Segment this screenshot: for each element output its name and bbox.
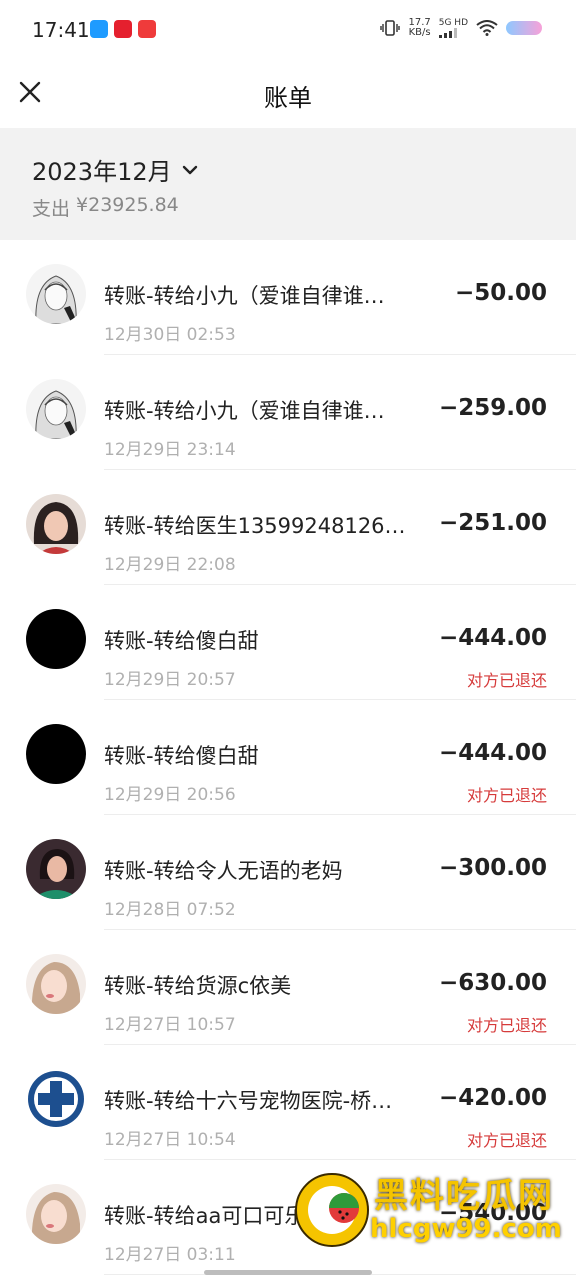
- month-label: 2023年12月: [32, 158, 172, 186]
- transaction-description: 转账-转给傻白甜: [104, 629, 259, 653]
- transaction-row[interactable]: 转账-转给傻白甜 12月29日 20:56 −444.00 对方已退还: [0, 700, 576, 815]
- watermark-title: 黑料吃瓜网: [374, 1176, 554, 1216]
- notification-app-icon: [90, 20, 108, 38]
- avatar: [26, 494, 86, 554]
- transaction-description: 转账-转给傻白甜: [104, 744, 259, 768]
- month-summary: 2023年12月 支出 ¥23925.84: [0, 128, 576, 240]
- refund-status: 对方已退还: [466, 671, 547, 690]
- expense-total: 支出 ¥23925.84: [32, 194, 179, 221]
- avatar: [26, 264, 86, 324]
- cell-signal: 5G HD: [438, 18, 468, 38]
- refund-status: 对方已退还: [466, 1016, 547, 1035]
- avatar: [26, 1069, 86, 1129]
- avatar: [26, 1184, 86, 1244]
- watermark-url: hlcgw99.com: [370, 1214, 562, 1244]
- transaction-description: 转账-转给十六号宠物医院-桥…: [104, 1089, 393, 1113]
- title-bar: 账单: [0, 60, 576, 128]
- transaction-amount: −444.00: [438, 625, 547, 651]
- transaction-time: 12月27日 10:57: [104, 1015, 236, 1035]
- transaction-row[interactable]: 转账-转给令人无语的老妈 12月28日 07:52 −300.00: [0, 815, 576, 930]
- watermark-logo-icon: [295, 1173, 369, 1247]
- refund-status: 对方已退还: [466, 786, 547, 805]
- month-selector[interactable]: 2023年12月: [32, 152, 198, 187]
- avatar: [26, 724, 86, 784]
- transaction-time: 12月27日 10:54: [104, 1130, 236, 1150]
- status-bar: 17:41 17.7 KB/s 5G HD: [0, 0, 576, 60]
- signal-icon: [438, 27, 457, 38]
- transaction-row[interactable]: 转账-转给傻白甜 12月29日 20:57 −444.00 对方已退还: [0, 585, 576, 700]
- transaction-amount: −630.00: [438, 970, 547, 996]
- network-speed: 17.7 KB/s: [408, 17, 431, 38]
- transaction-row[interactable]: 转账-转给十六号宠物医院-桥… 12月27日 10:54 −420.00 对方已退还: [0, 1045, 576, 1160]
- transaction-time: 12月29日 22:08: [104, 555, 236, 575]
- avatar: [26, 954, 86, 1014]
- transaction-time: 12月28日 07:52: [104, 900, 236, 920]
- transaction-row[interactable]: 转账-转给货源c依美 12月27日 10:57 −630.00 对方已退还: [0, 930, 576, 1045]
- transaction-amount: −444.00: [438, 740, 547, 766]
- notification-app-icon: [114, 20, 132, 38]
- transaction-time: 12月29日 20:56: [104, 785, 236, 805]
- chevron-down-icon: [182, 165, 197, 174]
- transaction-amount: −259.00: [438, 395, 547, 421]
- expense-value: ¥23925.84: [76, 194, 179, 216]
- transaction-amount: −300.00: [438, 855, 547, 881]
- vibrate-icon: [380, 20, 401, 36]
- page-title: 账单: [264, 84, 312, 112]
- expense-label: 支出: [32, 198, 71, 220]
- transaction-row[interactable]: 转账-转给小九（爱谁自律谁… 12月29日 23:14 −259.00: [0, 355, 576, 470]
- refund-status: 对方已退还: [466, 1131, 547, 1150]
- notification-app-icon: [138, 20, 156, 38]
- transaction-time: 12月27日 03:11: [104, 1245, 236, 1265]
- wifi-icon: [476, 20, 498, 36]
- avatar: [26, 609, 86, 669]
- transaction-amount: −251.00: [438, 510, 547, 536]
- transaction-row[interactable]: 转账-转给小九（爱谁自律谁… 12月30日 02:53 −50.00: [0, 240, 576, 355]
- transaction-time: 12月29日 20:57: [104, 670, 236, 690]
- status-time: 17:41: [32, 18, 90, 42]
- transaction-description: 转账-转给小九（爱谁自律谁…: [104, 399, 385, 423]
- transaction-description: 转账-转给令人无语的老妈: [104, 859, 343, 883]
- status-indicators: 17.7 KB/s 5G HD: [380, 18, 542, 38]
- transaction-row[interactable]: 转账-转给医生13599248126… 12月29日 22:08 −251.00: [0, 470, 576, 585]
- battery-icon: [506, 21, 542, 35]
- home-indicator[interactable]: [204, 1270, 372, 1275]
- avatar: [26, 379, 86, 439]
- watermark: 黑料吃瓜网 hlcgw99.com: [292, 1164, 576, 1256]
- transaction-amount: −420.00: [438, 1085, 547, 1111]
- transaction-description: 转账-转给货源c依美: [104, 974, 292, 998]
- transaction-time: 12月29日 23:14: [104, 440, 236, 460]
- transaction-description: 转账-转给医生13599248126…: [104, 514, 406, 538]
- avatar: [26, 839, 86, 899]
- transaction-amount: −50.00: [454, 280, 547, 306]
- transaction-time: 12月30日 02:53: [104, 325, 236, 345]
- transaction-list: 转账-转给小九（爱谁自律谁… 12月30日 02:53 −50.00 转账-转给小九（…: [0, 240, 576, 1275]
- transaction-description: 转账-转给小九（爱谁自律谁…: [104, 284, 385, 308]
